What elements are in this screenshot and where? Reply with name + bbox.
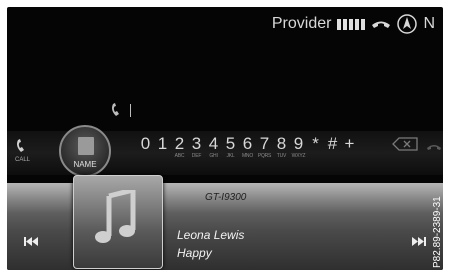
text-cursor bbox=[130, 103, 131, 117]
key-6[interactable]: 6 MNO bbox=[239, 135, 256, 160]
key-hash[interactable]: # bbox=[324, 135, 341, 159]
phone-handset-icon bbox=[17, 139, 24, 152]
call-button[interactable]: CALL bbox=[15, 139, 43, 163]
previous-track-icon[interactable] bbox=[24, 237, 38, 246]
head-unit-screen: Provider N CALL NAME 0 1 2 ABC 3 DEF 4 GHI … bbox=[7, 7, 443, 270]
name-button[interactable]: NAME bbox=[59, 125, 111, 177]
artist-name: Leona Lewis bbox=[177, 228, 245, 242]
backspace-icon[interactable] bbox=[392, 137, 418, 151]
key-3[interactable]: 3 DEF bbox=[188, 135, 205, 160]
key-8[interactable]: 8 TUV bbox=[273, 135, 290, 160]
key-7[interactable]: 7 PQRS bbox=[256, 135, 273, 160]
key-9[interactable]: 9 WXYZ bbox=[290, 135, 307, 160]
signal-strength-icon bbox=[337, 18, 366, 30]
music-note-icon bbox=[95, 190, 136, 243]
device-name: GT-I9300 bbox=[205, 192, 247, 203]
key-1[interactable]: 1 bbox=[154, 135, 171, 159]
key-5[interactable]: 5 JKL bbox=[222, 135, 239, 160]
end-call-icon[interactable] bbox=[427, 143, 441, 151]
name-label: NAME bbox=[73, 160, 97, 169]
album-cover[interactable] bbox=[73, 175, 163, 269]
next-track-icon[interactable] bbox=[412, 237, 426, 246]
figure-code: P82.89-2389-31 bbox=[432, 196, 443, 268]
address-book-icon bbox=[78, 137, 94, 155]
phone-handset-icon bbox=[112, 103, 119, 116]
key-2[interactable]: 2 ABC bbox=[171, 135, 188, 160]
navigation-icon bbox=[397, 14, 418, 34]
dial-bar: CALL NAME 0 1 2 ABC 3 DEF 4 GHI 5 JKL 6 MNO 7… bbox=[7, 125, 443, 177]
key-4[interactable]: 4 GHI bbox=[205, 135, 222, 160]
phone-handset-icon bbox=[372, 21, 391, 28]
provider-name: Provider bbox=[271, 15, 332, 32]
key-star[interactable]: * bbox=[307, 135, 324, 159]
status-indicator: N bbox=[423, 15, 435, 32]
key-0[interactable]: 0 bbox=[137, 135, 154, 159]
media-bar[interactable]: GT-I9300 Leona Lewis Happy bbox=[7, 175, 443, 270]
keypad: 0 1 2 ABC 3 DEF 4 GHI 5 JKL 6 MNO 7 PQRS 8 TUV … bbox=[137, 135, 358, 160]
key-plus[interactable]: + bbox=[341, 135, 358, 159]
number-entry-field[interactable] bbox=[110, 103, 131, 117]
track-title: Happy bbox=[177, 246, 212, 260]
call-label: CALL bbox=[15, 157, 31, 163]
status-bar: Provider N bbox=[272, 13, 435, 35]
